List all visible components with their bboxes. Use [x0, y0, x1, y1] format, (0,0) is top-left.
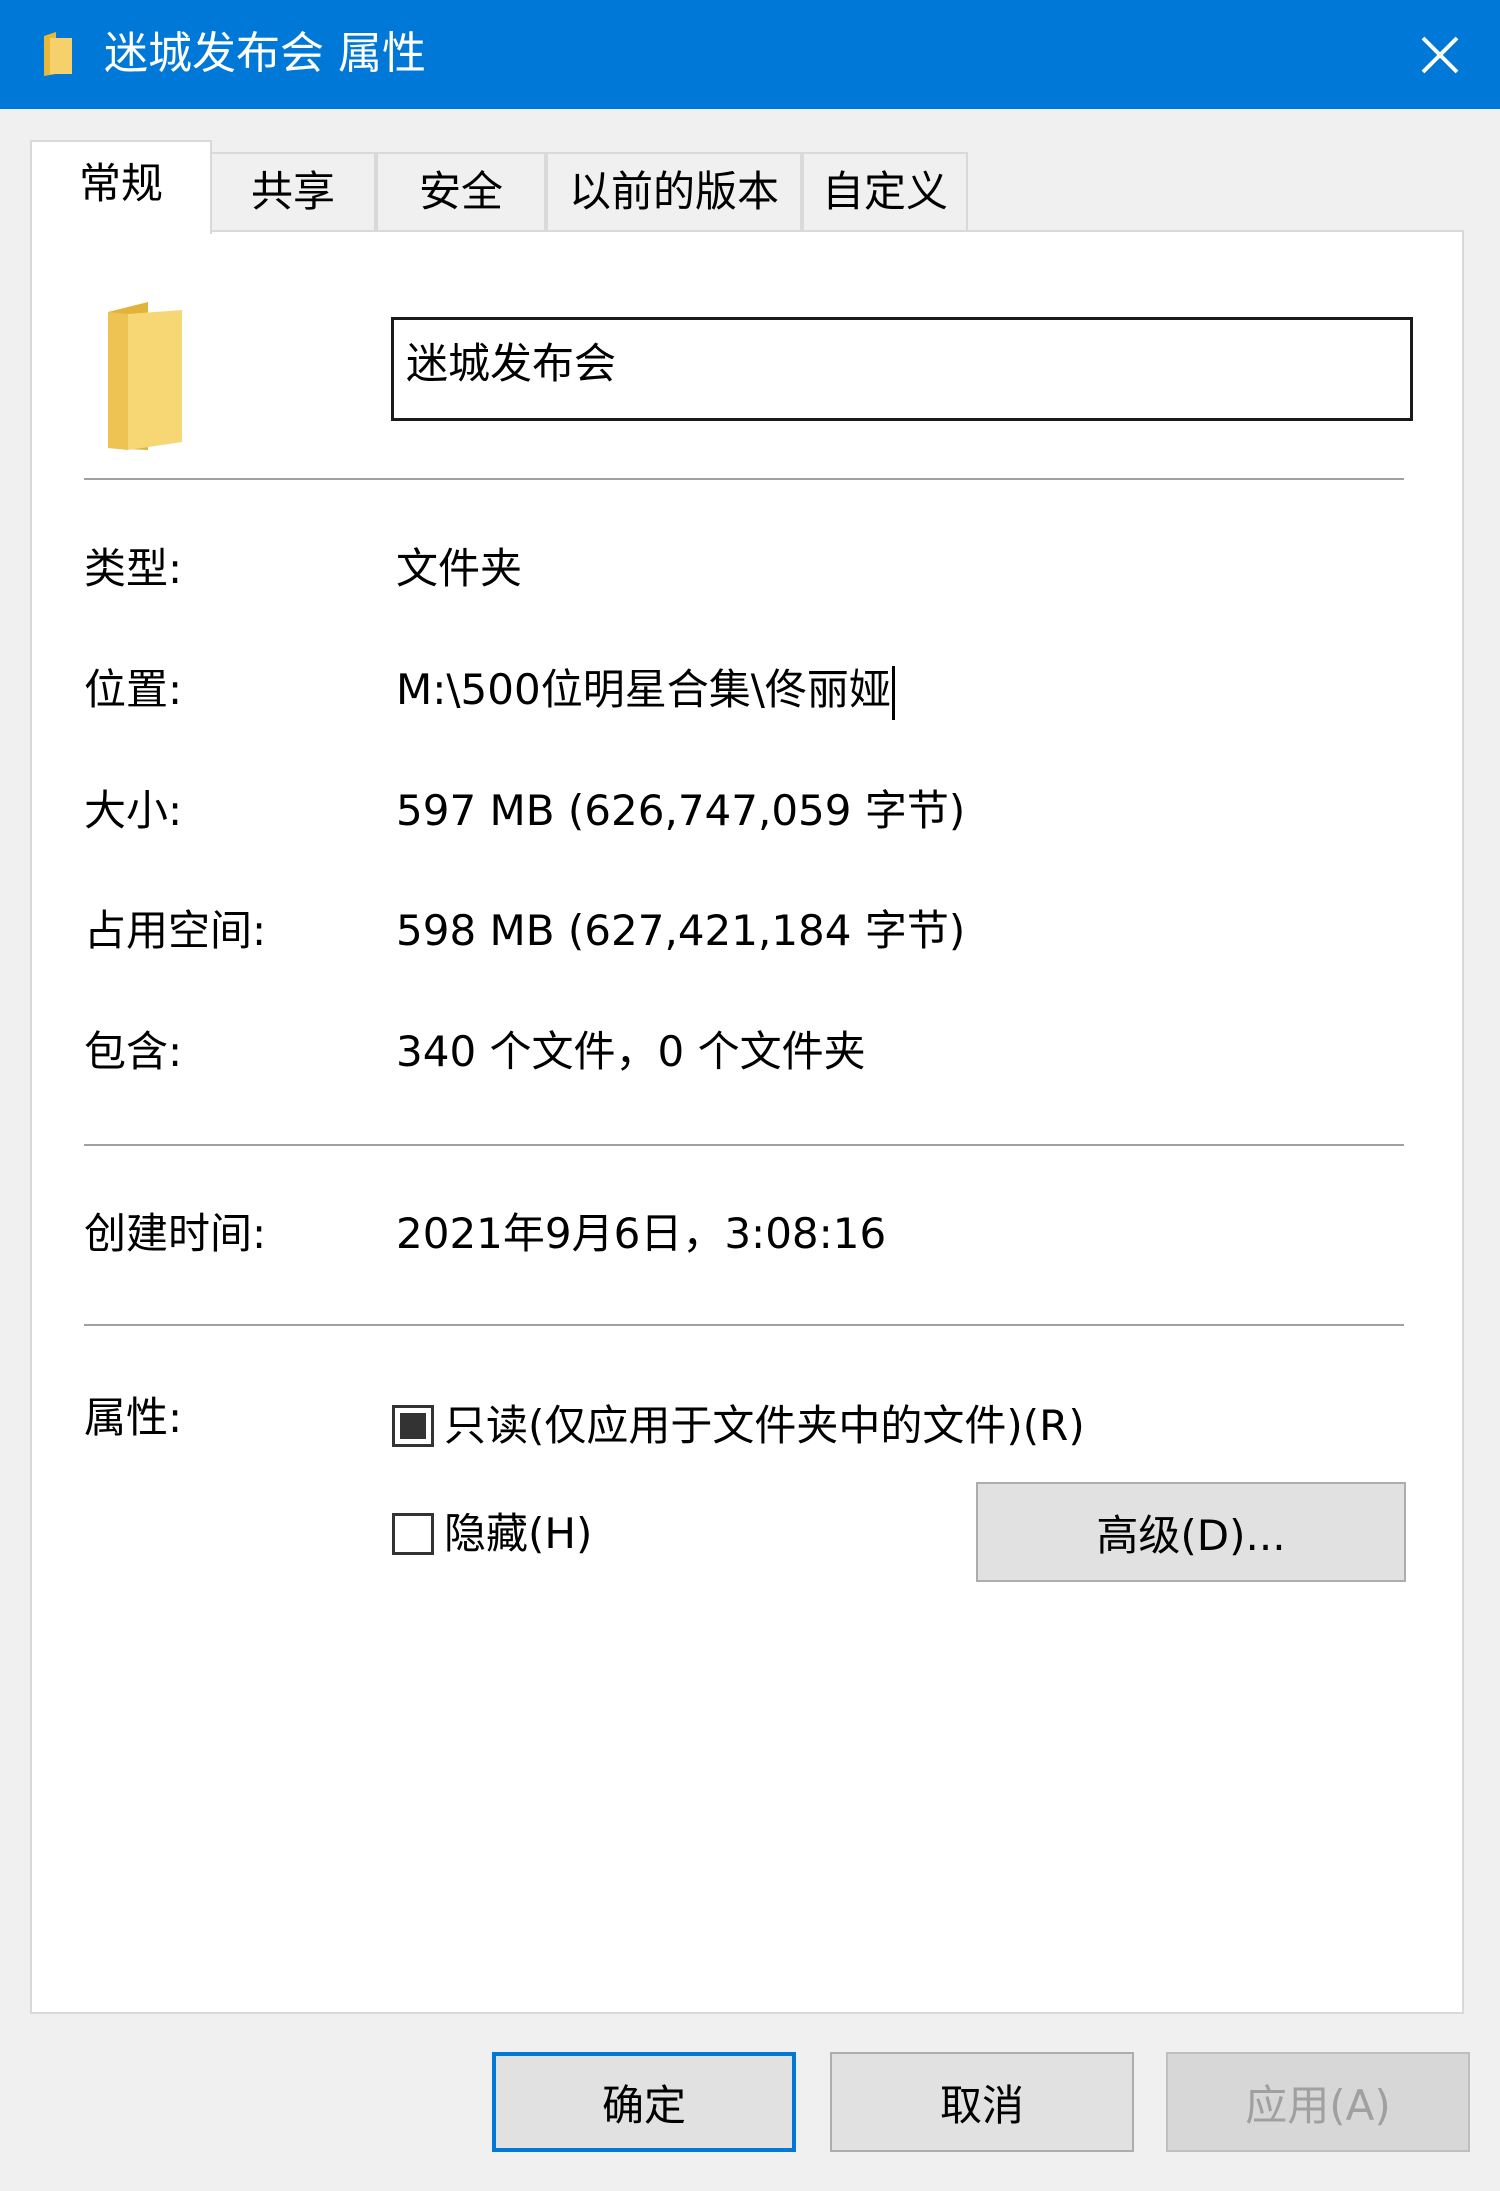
- advanced-button[interactable]: 高级(D)...: [976, 1482, 1406, 1582]
- general-panel: [30, 230, 1464, 2014]
- created-value: 2021年9月6日，3:08:16: [396, 1209, 887, 1258]
- size-label: 大小:: [84, 786, 183, 835]
- readonly-label[interactable]: 只读(仅应用于文件夹中的文件)(R): [444, 1396, 1085, 1456]
- cancel-button[interactable]: 取消: [830, 2052, 1134, 2152]
- indeterminate-mark-icon: [400, 1413, 426, 1439]
- title-bar[interactable]: 迷城发布会 属性: [0, 0, 1500, 109]
- readonly-checkbox[interactable]: [392, 1405, 434, 1447]
- hidden-label[interactable]: 隐藏(H): [444, 1504, 592, 1564]
- location-value[interactable]: M:\500位明星合集\佟丽娅: [396, 665, 891, 714]
- size-on-disk-value: 598 MB (627,421,184 字节): [396, 906, 966, 955]
- location-label: 位置:: [84, 665, 183, 714]
- attributes-label: 属性:: [84, 1393, 183, 1442]
- hidden-checkbox[interactable]: [392, 1513, 434, 1555]
- close-icon: [1421, 36, 1459, 73]
- created-label: 创建时间:: [84, 1209, 267, 1258]
- ok-button[interactable]: 确定: [492, 2052, 796, 2152]
- hidden-option[interactable]: 隐藏(H): [392, 1504, 592, 1564]
- type-label: 类型:: [84, 544, 183, 593]
- text-caret: [891, 665, 895, 720]
- window-title: 迷城发布会 属性: [104, 28, 426, 79]
- size-on-disk-label: 占用空间:: [84, 906, 267, 955]
- divider: [84, 1324, 1404, 1326]
- apply-button[interactable]: 应用(A): [1166, 2052, 1470, 2152]
- location-value-row[interactable]: M:\500位明星合集\佟丽娅: [396, 660, 895, 720]
- tab-general[interactable]: 常规: [30, 140, 212, 234]
- tab-customize[interactable]: 自定义: [802, 152, 968, 230]
- folder-name-input[interactable]: [391, 317, 1413, 421]
- contains-label: 包含:: [84, 1027, 183, 1076]
- folder-icon: [104, 300, 184, 456]
- divider: [84, 1144, 1404, 1146]
- tab-security[interactable]: 安全: [376, 152, 546, 230]
- close-button[interactable]: [1380, 0, 1500, 109]
- folder-icon: [40, 30, 76, 78]
- readonly-option[interactable]: 只读(仅应用于文件夹中的文件)(R): [392, 1396, 1085, 1456]
- contains-value: 340 个文件，0 个文件夹: [396, 1027, 866, 1076]
- tab-bar: 常规 共享 安全 以前的版本 自定义: [0, 140, 1500, 234]
- divider: [84, 478, 1404, 480]
- type-value: 文件夹: [396, 544, 523, 593]
- tab-sharing[interactable]: 共享: [210, 152, 376, 230]
- size-value: 597 MB (626,747,059 字节): [396, 786, 966, 835]
- tab-previous-versions[interactable]: 以前的版本: [546, 152, 802, 230]
